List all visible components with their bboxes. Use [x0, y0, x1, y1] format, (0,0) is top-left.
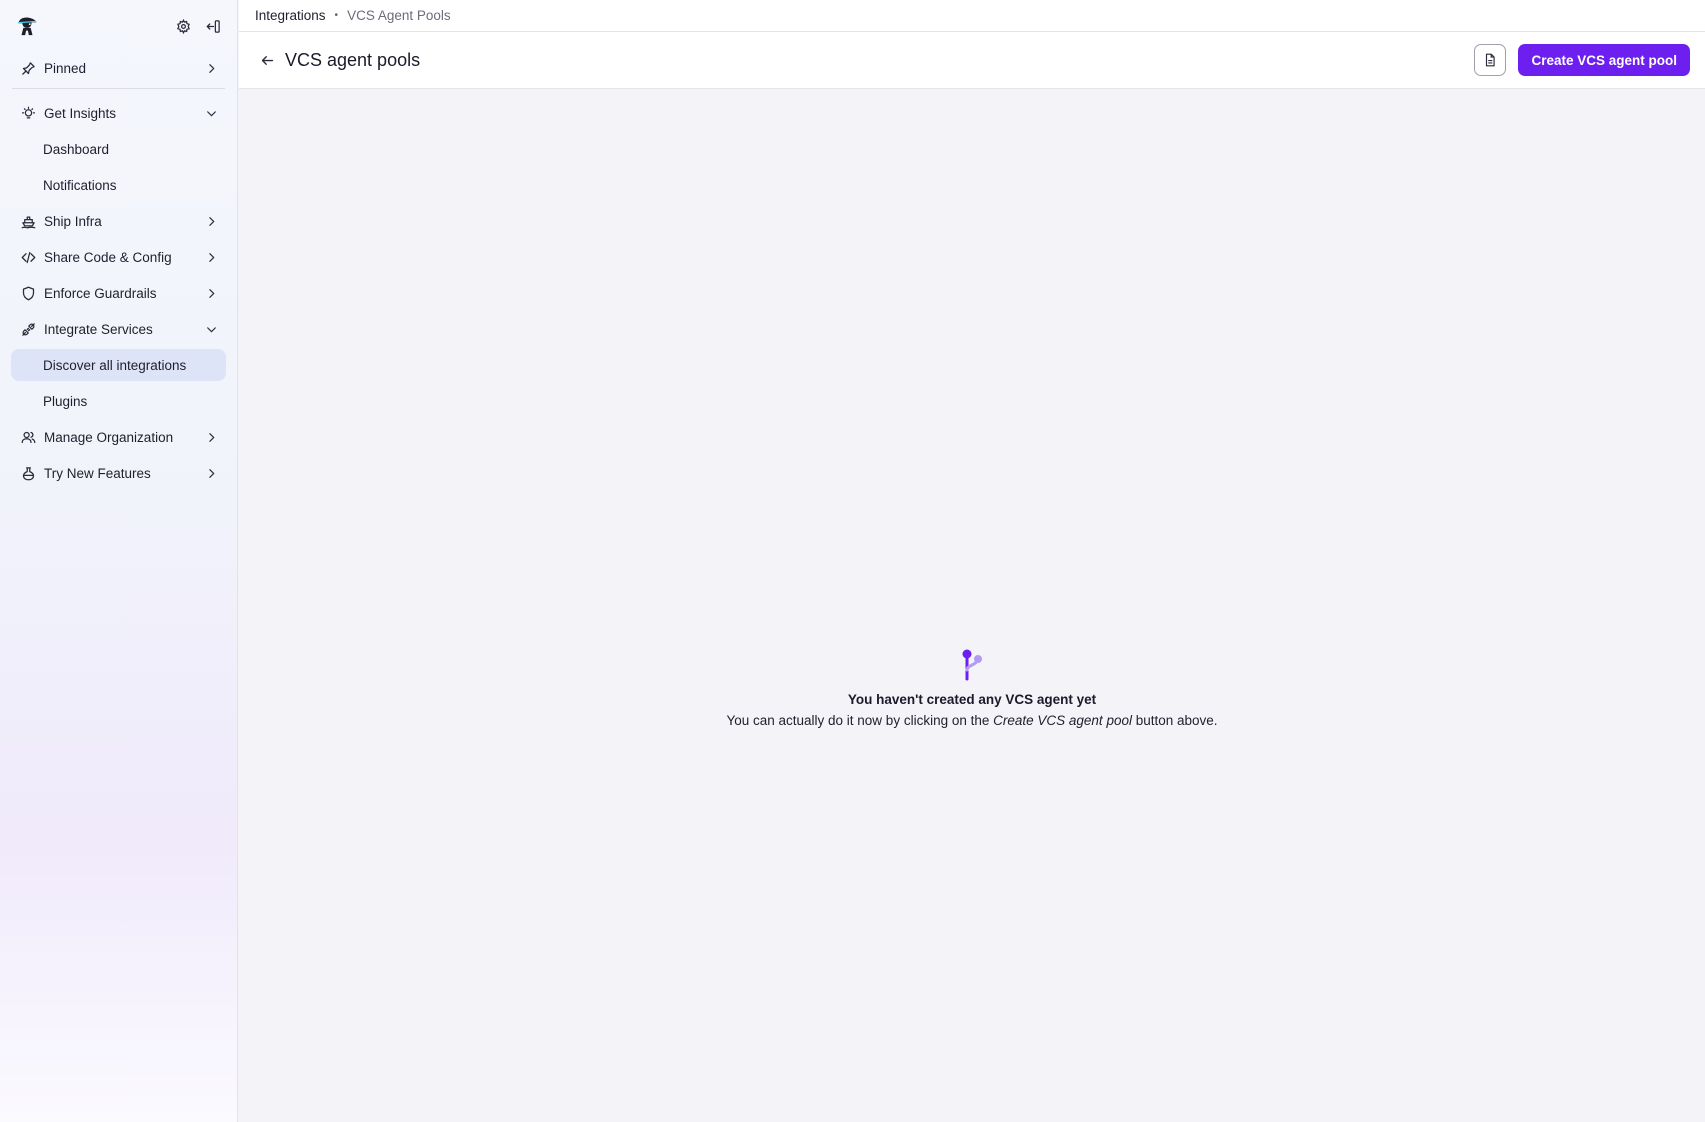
sidebar-item-discover-integrations[interactable]: Discover all integrations [11, 349, 226, 381]
sidebar-item-notifications[interactable]: Notifications [11, 169, 226, 201]
breadcrumb: Integrations • VCS Agent Pools [239, 0, 1705, 32]
chevron-down-icon [204, 322, 218, 336]
sidebar-item-label: Try New Features [44, 465, 151, 481]
content-area: You haven't created any VCS agent yet Yo… [239, 90, 1705, 1122]
sidebar-item-label: Plugins [43, 393, 88, 409]
sidebar-item-label: Pinned [44, 60, 87, 76]
sidebar-item-label: Ship Infra [44, 213, 102, 229]
sidebar-item-integrate-services[interactable]: Integrate Services [11, 313, 226, 345]
breadcrumb-integrations[interactable]: Integrations [255, 8, 326, 23]
empty-desc-before: You can actually do it now by clicking o… [726, 713, 994, 728]
sidebar-item-plugins[interactable]: Plugins [11, 385, 226, 417]
flask-icon [20, 465, 36, 481]
sidebar: Pinned Get Insights Dashboard Notificati… [0, 0, 238, 1122]
sidebar-item-label: Notifications [43, 177, 117, 193]
page-header: VCS agent pools Create VCS agent pool [239, 32, 1705, 89]
sidebar-item-manage-organization[interactable]: Manage Organization [11, 421, 226, 453]
chevron-right-icon [204, 286, 218, 300]
arrow-left-icon[interactable] [257, 50, 277, 70]
empty-desc-emphasis: Create VCS agent pool [993, 713, 1132, 728]
empty-desc-after: button above. [1131, 713, 1218, 728]
create-vcs-agent-pool-button[interactable]: Create VCS agent pool [1518, 44, 1690, 76]
sidebar-item-get-insights[interactable]: Get Insights [11, 97, 226, 129]
ship-icon [20, 213, 36, 229]
sidebar-header [0, 0, 237, 52]
code-icon [20, 249, 36, 265]
sidebar-item-pinned[interactable]: Pinned [11, 52, 226, 84]
chevron-right-icon [204, 61, 218, 75]
empty-state-title: You haven't created any VCS agent yet [847, 692, 1097, 707]
document-icon [1486, 53, 1496, 67]
spacelift-logo-icon[interactable] [16, 15, 38, 37]
gear-icon[interactable] [173, 16, 193, 36]
breadcrumb-current: VCS Agent Pools [347, 8, 451, 23]
sidebar-item-label: Share Code & Config [44, 249, 172, 265]
sidebar-item-label: Enforce Guardrails [44, 285, 157, 301]
chevron-right-icon [204, 214, 218, 228]
pin-icon [20, 60, 36, 76]
header-actions: Create VCS agent pool [1474, 44, 1690, 76]
sidebar-item-try-new-features[interactable]: Try New Features [11, 457, 226, 489]
chevron-right-icon [204, 250, 218, 264]
sidebar-item-enforce-guardrails[interactable]: Enforce Guardrails [11, 277, 226, 309]
chevron-right-icon [204, 430, 218, 444]
empty-state: You haven't created any VCS agent yet Yo… [239, 648, 1705, 728]
sidebar-item-label: Discover all integrations [43, 357, 187, 373]
page-title: VCS agent pools [285, 49, 421, 70]
chevron-right-icon [204, 466, 218, 480]
users-icon [20, 429, 36, 445]
plug-icon [20, 321, 36, 337]
sidebar-divider [12, 88, 225, 89]
empty-state-description: You can actually do it now by clicking o… [239, 713, 1705, 728]
sidebar-item-ship-infra[interactable]: Ship Infra [11, 205, 226, 237]
collapse-sidebar-icon[interactable] [203, 16, 223, 36]
sidebar-item-share-code[interactable]: Share Code & Config [11, 241, 226, 273]
sidebar-item-label: Integrate Services [44, 321, 153, 337]
git-branch-icon [962, 649, 982, 681]
shield-icon [20, 285, 36, 301]
chevron-down-icon [204, 106, 218, 120]
documentation-button[interactable] [1474, 44, 1507, 76]
sidebar-item-dashboard[interactable]: Dashboard [11, 133, 226, 165]
lightbulb-icon [20, 105, 36, 121]
breadcrumb-separator: • [334, 10, 339, 21]
sidebar-item-label: Dashboard [43, 141, 110, 157]
sidebar-item-label: Get Insights [44, 105, 117, 121]
sidebar-item-label: Manage Organization [44, 429, 174, 445]
main-area: Integrations • VCS Agent Pools VCS agent… [239, 0, 1705, 1122]
